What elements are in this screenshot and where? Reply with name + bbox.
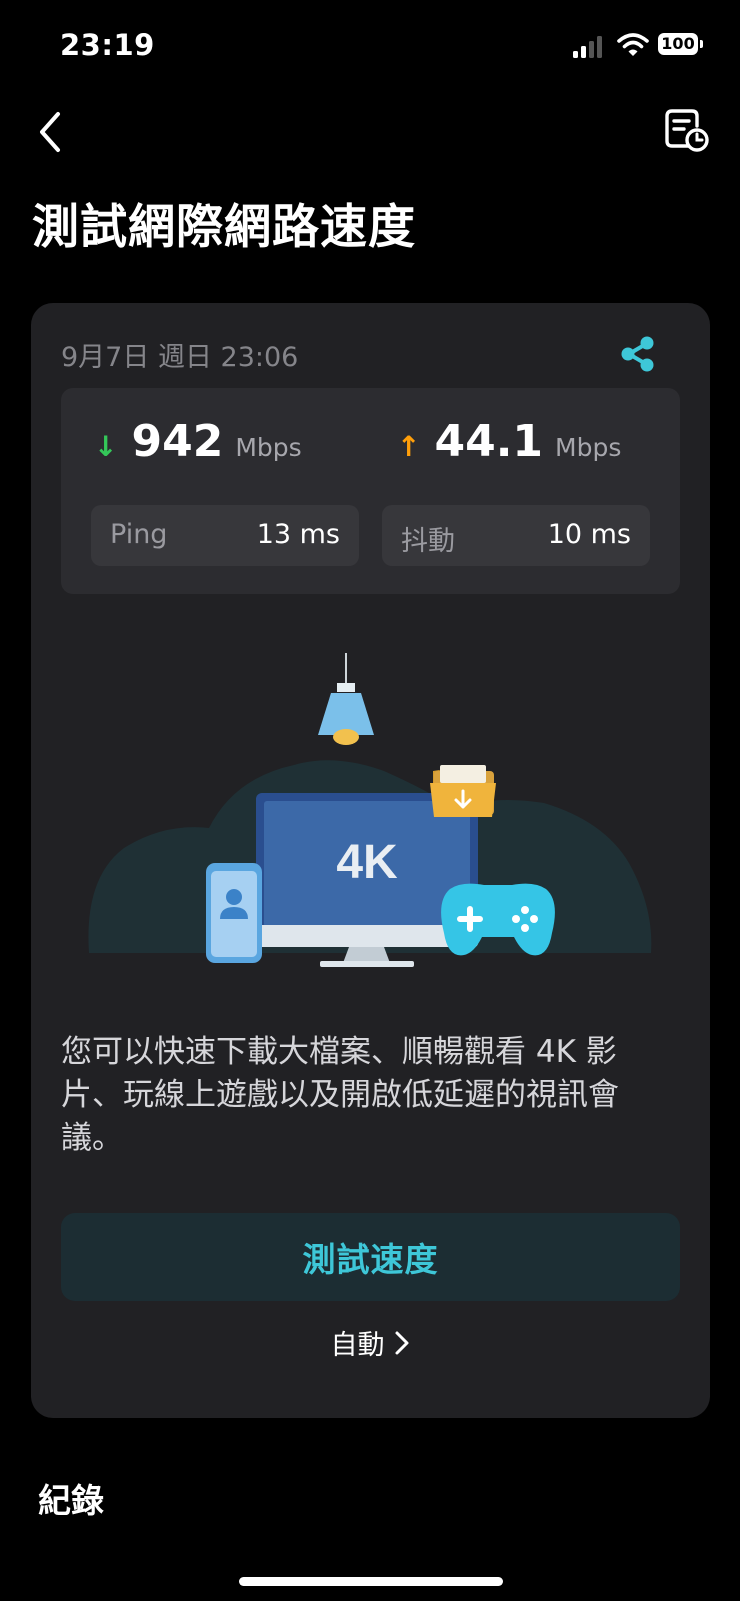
upload-unit: Mbps <box>555 433 622 462</box>
test-timestamp: 9月7日 週日 23:06 <box>61 342 299 373</box>
wifi-icon <box>617 32 649 58</box>
monitor-icon: 4K <box>256 793 478 967</box>
upload-speed: ↑ 44.1 Mbps <box>397 416 621 476</box>
share-button[interactable] <box>617 333 659 375</box>
upload-value: 44.1 <box>434 416 544 467</box>
auto-mode-label: 自動 <box>330 1330 385 1361</box>
chevron-right-icon <box>393 1330 411 1363</box>
cellular-signal-icon <box>573 34 607 58</box>
download-arrow-icon: ↓ <box>94 430 118 463</box>
share-icon <box>621 336 654 372</box>
battery-icon: 100 <box>658 33 704 57</box>
download-value: 942 <box>131 416 224 467</box>
report-clock-icon <box>665 109 709 152</box>
home-indicator <box>239 1577 503 1586</box>
status-bar: 23:19 100 <box>0 0 740 95</box>
monitor-screen-text: 4K <box>336 836 398 889</box>
jitter-label: 抖動 <box>401 526 455 557</box>
page-title: 測試網際網路速度 <box>32 200 416 255</box>
download-speed: ↓ 942 Mbps <box>94 416 302 476</box>
folder-download-icon <box>430 765 496 817</box>
history-heading: 紀錄 <box>38 1481 104 1520</box>
upload-arrow-icon: ↑ <box>397 430 421 463</box>
jitter-value: 10 ms <box>547 519 631 550</box>
speed-result-card: 9月7日 週日 23:06 ↓ 942 Mbps ↑ 44.1 Mbps Pin… <box>31 303 710 1418</box>
chevron-left-icon <box>40 112 60 152</box>
history-report-button[interactable] <box>662 104 714 160</box>
ping-value: 13 ms <box>256 519 340 550</box>
result-description: 您可以快速下載大檔案、順暢觀看 4K 影片、玩線上遊戲以及開啟低延遲的視訊會議。 <box>61 1034 619 1156</box>
status-time: 23:19 <box>60 28 155 62</box>
ping-metric: Ping 13 ms <box>91 505 359 566</box>
back-button[interactable] <box>30 104 80 160</box>
results-panel: ↓ 942 Mbps ↑ 44.1 Mbps Ping 13 ms 抖動 10 … <box>61 388 680 594</box>
test-speed-button[interactable]: 測試速度 <box>61 1213 680 1301</box>
phone-icon <box>206 863 262 963</box>
auto-mode-link[interactable]: 自動 <box>31 1323 710 1363</box>
lamp-icon <box>318 653 374 745</box>
battery-level: 100 <box>658 33 698 55</box>
activity-illustration: 4K <box>88 653 652 967</box>
download-unit: Mbps <box>235 433 302 462</box>
jitter-metric: 抖動 10 ms <box>382 505 650 566</box>
ping-label: Ping <box>110 519 168 550</box>
